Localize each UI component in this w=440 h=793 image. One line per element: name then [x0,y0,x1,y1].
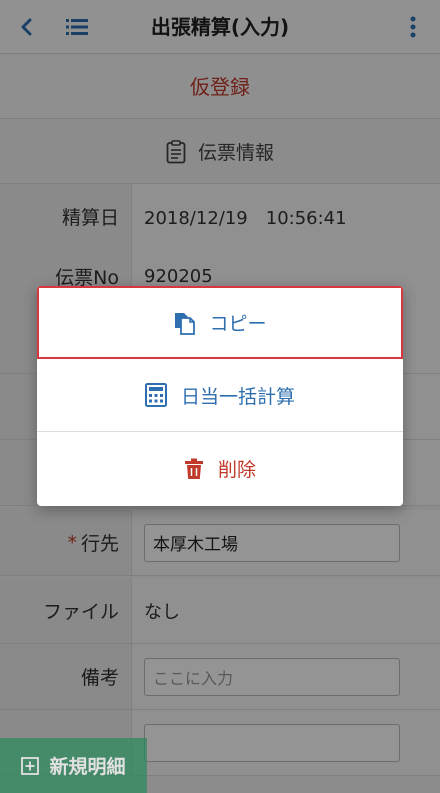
calculator-icon [144,383,167,407]
action-menu-dialog: コピー 日当一括計算 削除 [37,286,403,506]
copy-label: コピー [209,313,267,335]
plus-square-icon [21,756,40,775]
daily-allowance-calc-label: 日当一括計算 [180,385,295,408]
trash-icon [184,458,203,479]
copy-menu-item[interactable]: コピー [37,286,403,359]
daily-allowance-calc-menu-item[interactable]: 日当一括計算 [37,359,403,432]
new-detail-label: 新規明細 [49,756,126,778]
copy-icon [175,312,196,335]
delete-menu-item[interactable]: 削除 [37,432,403,505]
delete-label: 削除 [217,459,256,481]
new-detail-button[interactable]: 新規明細 [0,738,147,793]
